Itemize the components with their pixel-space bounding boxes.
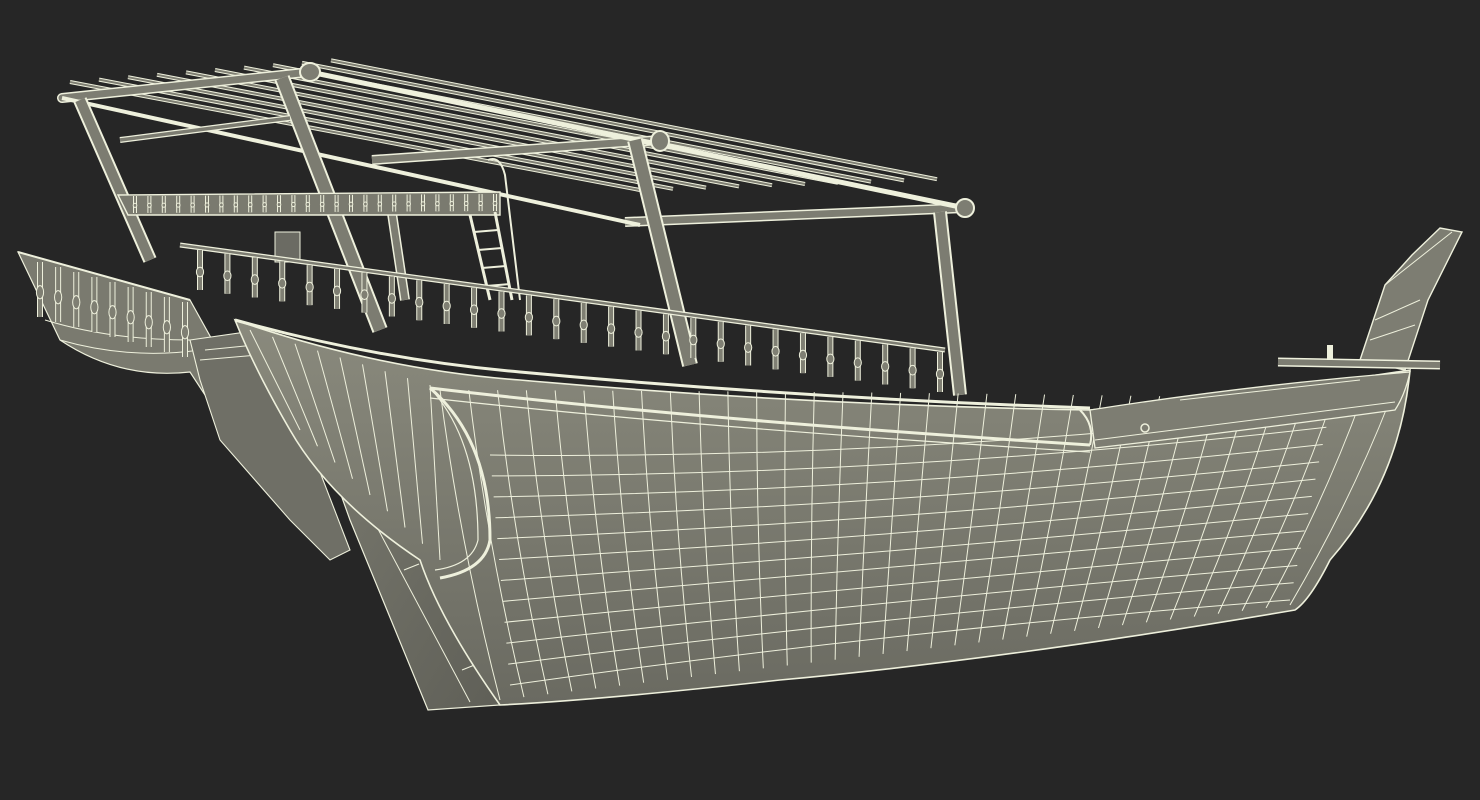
- bow-stem-post: [1277, 227, 1464, 371]
- render-viewport: [0, 0, 1480, 800]
- upper-deck-rail: [116, 191, 501, 216]
- dhow-boat-3d-model-icon: [16, 58, 1464, 711]
